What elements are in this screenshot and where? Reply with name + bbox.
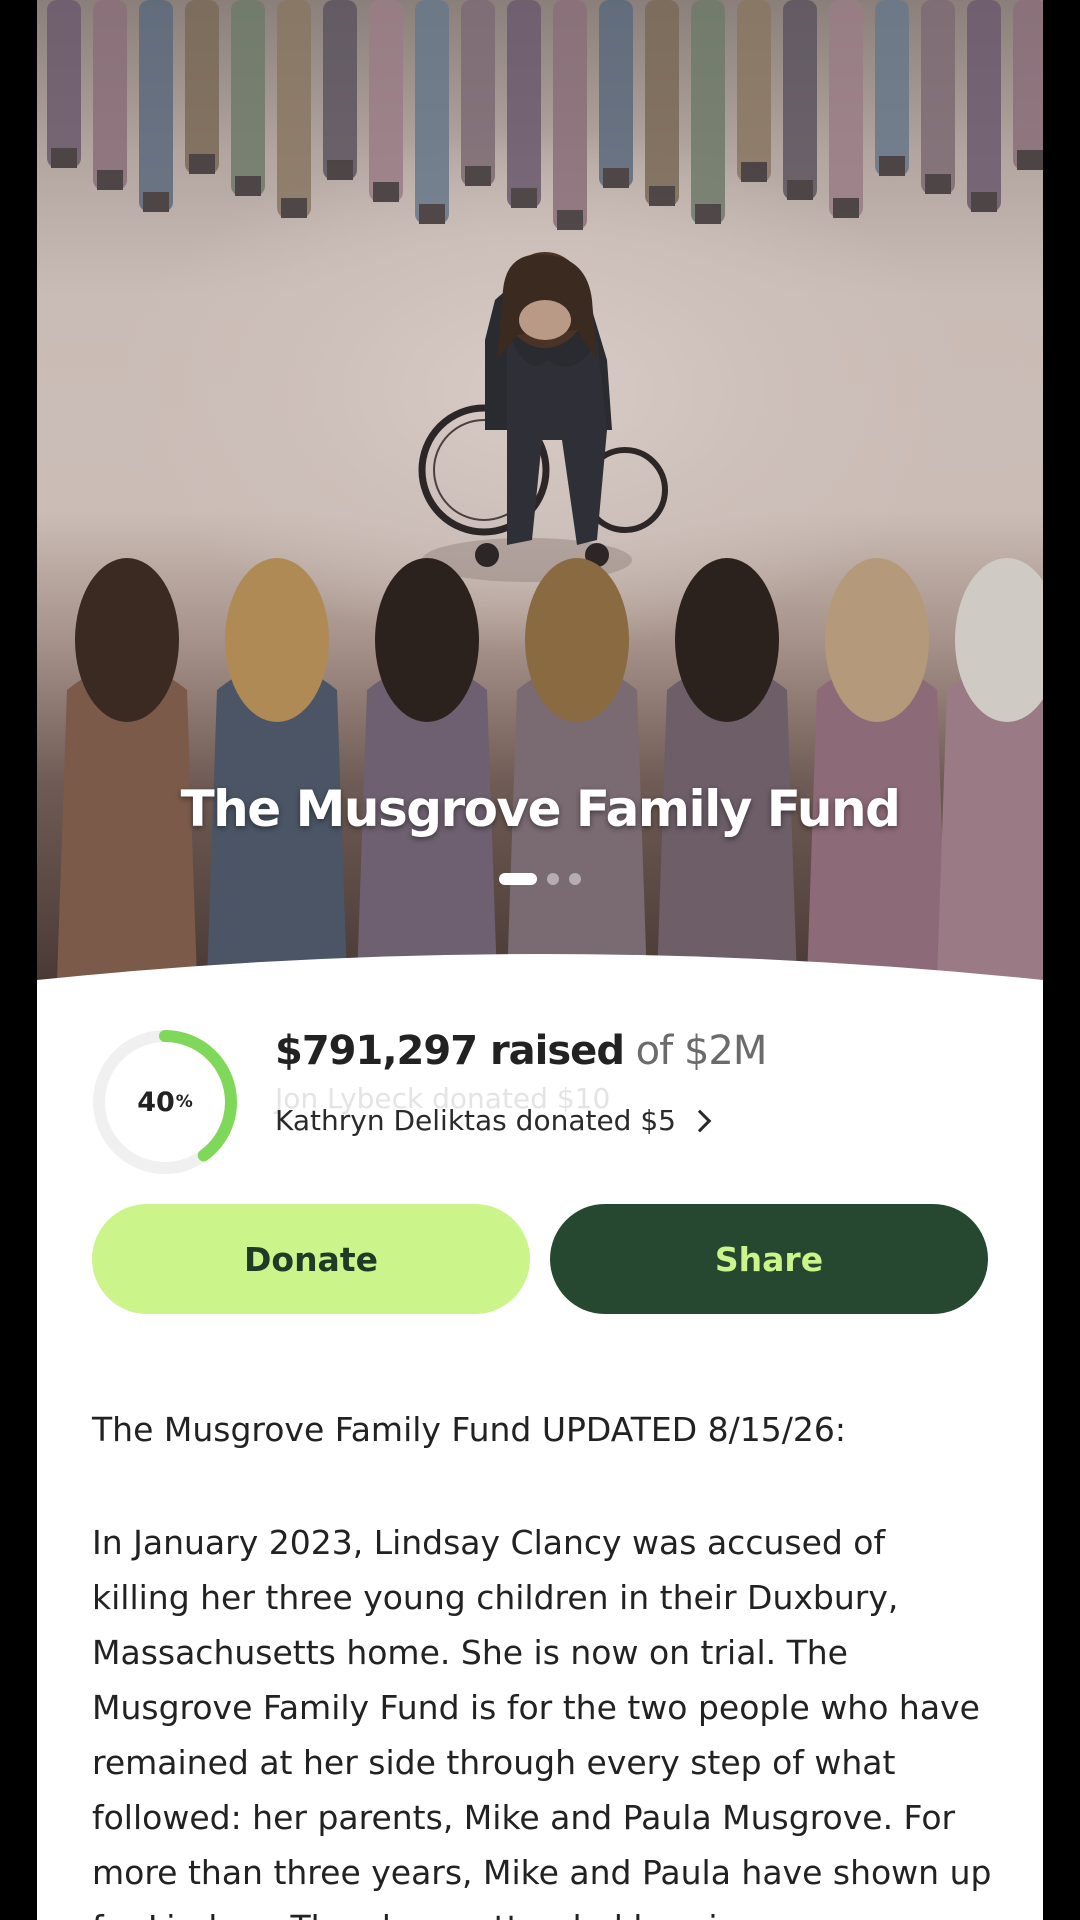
crowd-figure xyxy=(829,0,863,218)
crowd-figure xyxy=(207,558,347,980)
hero-bottom-curve xyxy=(37,954,1043,980)
crowd-figure xyxy=(47,0,81,168)
crowd-figure xyxy=(645,0,679,206)
carousel-dot-active[interactable] xyxy=(499,873,537,885)
recent-donation-text: Kathryn Deliktas donated $5 xyxy=(275,1104,676,1137)
carousel-dot[interactable] xyxy=(569,873,581,885)
progress-percent-sign: % xyxy=(175,1092,193,1112)
crowd-figure xyxy=(139,0,173,212)
crowd-figure xyxy=(507,558,647,980)
story-text: In January 2023, Lindsay Clancy was accu… xyxy=(92,1523,992,1920)
story-update-heading: The Musgrove Family Fund UPDATED 8/15/26… xyxy=(92,1410,847,1449)
crowd-figure xyxy=(1013,0,1043,170)
crowd-figure xyxy=(691,0,725,224)
recent-donation-link[interactable]: Kathryn Deliktas donated $5 xyxy=(275,1104,712,1137)
crowd-figure xyxy=(93,0,127,190)
crowd-figure xyxy=(507,0,541,208)
donate-button[interactable]: Donate xyxy=(92,1204,530,1314)
hero-image[interactable]: The Musgrove Family Fund xyxy=(37,0,1043,980)
fundraiser-page: The Musgrove Family Fund 40% $791,297 ra… xyxy=(37,0,1043,1920)
crowd-figure xyxy=(921,0,955,194)
crowd-figure xyxy=(783,0,817,200)
crowd-figure xyxy=(967,0,1001,212)
goal-amount: of $2M xyxy=(635,1028,768,1074)
carousel-indicator[interactable] xyxy=(37,873,1043,889)
crowd-figure xyxy=(737,0,771,182)
amount-raised: $791,297 raised of $2M xyxy=(275,1028,768,1074)
crowd-figure xyxy=(357,558,497,980)
crowd-figure xyxy=(875,0,909,176)
crowd-figure xyxy=(599,0,633,188)
fund-title: The Musgrove Family Fund xyxy=(180,780,901,838)
progress-percent: 40% xyxy=(91,1028,239,1176)
wheelchair-figure xyxy=(418,252,668,582)
crowd-figure xyxy=(937,558,1043,980)
share-button[interactable]: Share xyxy=(550,1204,988,1314)
crowd-figure xyxy=(57,558,197,980)
crowd-figure xyxy=(185,0,219,174)
carousel-dot[interactable] xyxy=(547,873,559,885)
progress-percent-value: 40 xyxy=(137,1086,175,1118)
crowd-figure xyxy=(369,0,403,202)
crowd-figure xyxy=(657,558,797,980)
crowd-figure xyxy=(807,558,947,980)
crowd-figure xyxy=(323,0,357,180)
crowd-figure xyxy=(231,0,265,196)
raised-amount: $791,297 raised xyxy=(275,1028,625,1074)
crowd-figure xyxy=(461,0,495,186)
crowd-figure xyxy=(553,0,587,230)
chevron-right-icon xyxy=(688,1109,712,1132)
crowd-figure xyxy=(277,0,311,218)
crowd-figure xyxy=(415,0,449,224)
